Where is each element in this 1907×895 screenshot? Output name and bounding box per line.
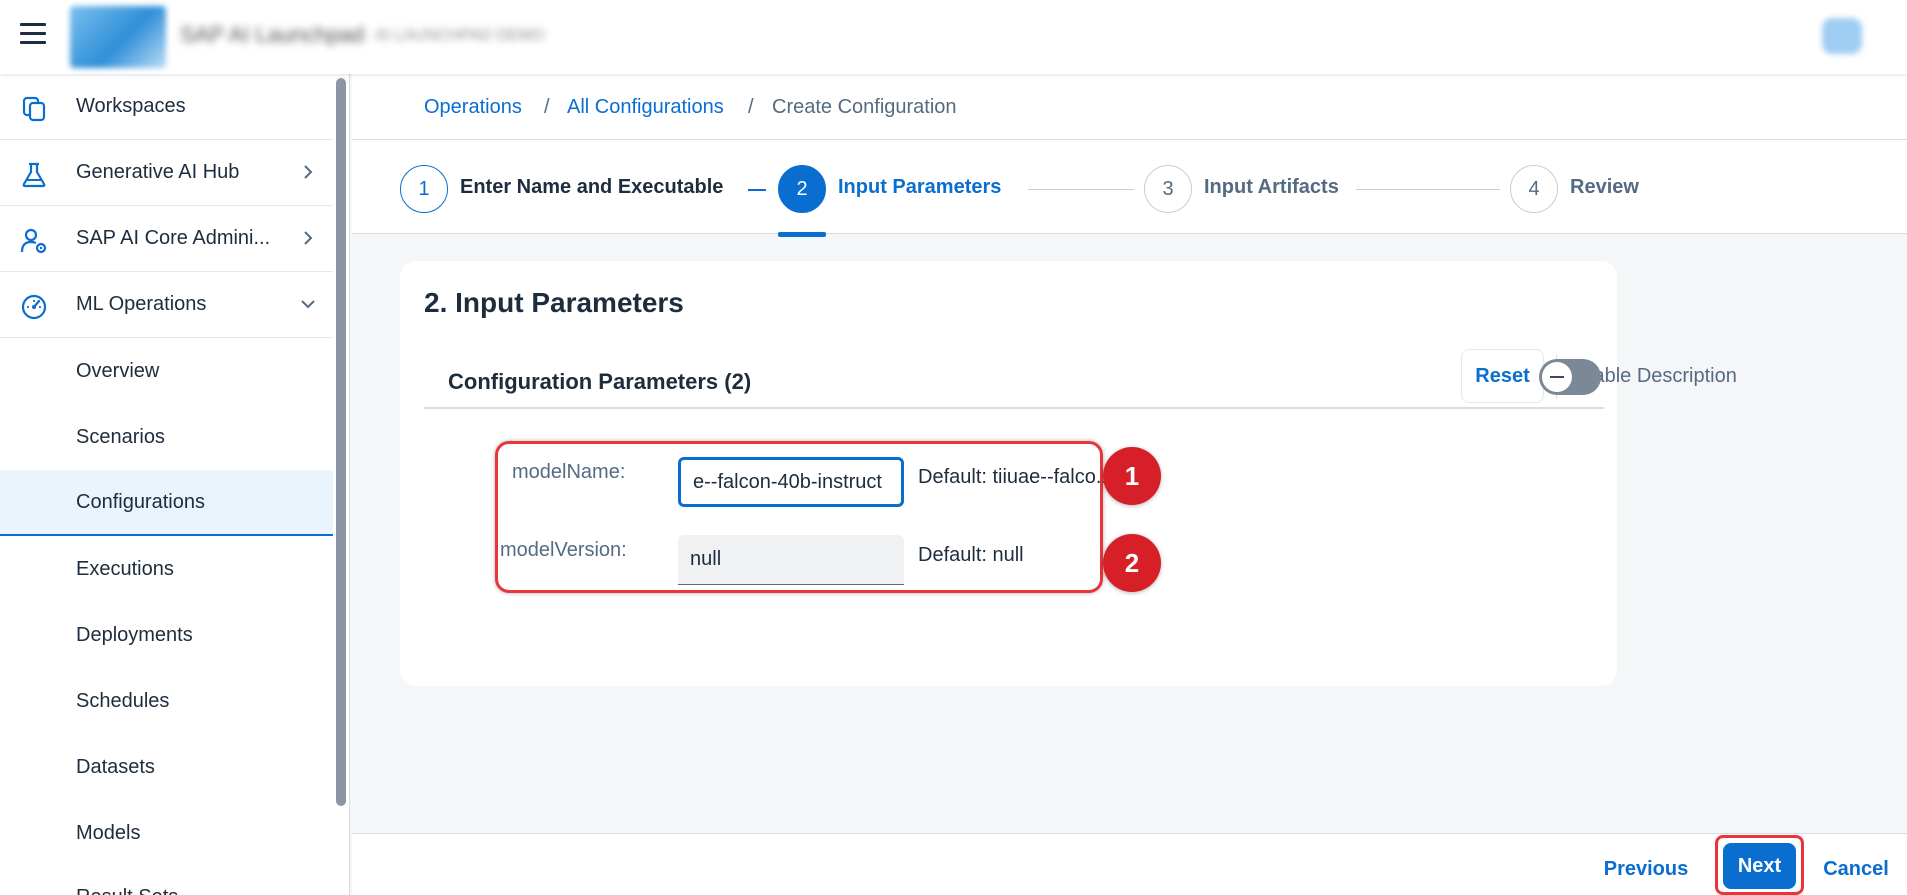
step-3-label[interactable]: Input Artifacts: [1204, 176, 1339, 199]
chevron-right-icon: [304, 165, 313, 179]
sidebar-item-label: Result Sets: [76, 886, 178, 895]
breadcrumb-separator: /: [748, 96, 754, 118]
avatar[interactable]: [1822, 18, 1862, 54]
cancel-button[interactable]: Cancel: [1818, 846, 1894, 892]
sidebar-item-executions[interactable]: Executions: [0, 536, 333, 602]
sidebar-item-label: Scenarios: [76, 425, 165, 448]
sidebar-item-label: Overview: [76, 359, 160, 382]
sidebar-item-workspaces[interactable]: Workspaces: [0, 74, 333, 140]
shell-bar: SAP AI Launchpad AI LAUNCHPAD DEMO: [0, 0, 1907, 74]
params-highlight-box: [495, 441, 1103, 593]
sidebar-item-datasets[interactable]: Datasets: [0, 734, 333, 800]
next-button[interactable]: Next: [1723, 843, 1796, 889]
sidebar-item-result-sets[interactable]: Result Sets: [0, 866, 333, 895]
toggle-knob: [1542, 362, 1572, 392]
sidebar-item-models[interactable]: Models: [0, 800, 333, 866]
step-3-circle[interactable]: 3: [1144, 165, 1192, 213]
active-step-indicator: [778, 232, 826, 237]
params-toolbar: Configuration Parameters (2) Reset Enabl…: [424, 349, 1737, 409]
menu-icon[interactable]: [20, 23, 46, 45]
sidebar-item-deployments[interactable]: Deployments: [0, 602, 333, 668]
sidebar-item-label: Generative AI Hub: [76, 161, 240, 183]
sidebar-item-generative-ai-hub[interactable]: Generative AI Hub: [0, 140, 333, 206]
company-logo[interactable]: [70, 6, 166, 68]
sidebar: Workspaces Generative AI Hub SAP AI Core…: [0, 74, 350, 895]
annotation-marker-1: 1: [1103, 447, 1161, 505]
section-title: 2. Input Parameters: [424, 287, 684, 318]
sidebar-item-scenarios[interactable]: Scenarios: [0, 404, 333, 470]
speedometer-icon: [21, 294, 47, 320]
chevron-right-icon: [304, 231, 313, 245]
app-title: SAP AI Launchpad: [180, 22, 365, 47]
sidebar-item-label: Schedules: [76, 689, 170, 712]
breadcrumb-all-configurations[interactable]: All Configurations: [567, 96, 724, 119]
annotation-marker-2: 2: [1103, 534, 1161, 592]
workspaces-icon: [22, 96, 46, 122]
params-title: Configuration Parameters (2): [448, 369, 752, 394]
sidebar-item-label: Models: [76, 821, 141, 844]
step-1-circle[interactable]: 1: [400, 165, 448, 213]
breadcrumb: Operations / All Configurations / Create…: [352, 74, 1907, 140]
main-content: Operations / All Configurations / Create…: [352, 74, 1907, 895]
sidebar-scrollbar[interactable]: [336, 78, 346, 806]
sidebar-item-ai-core-admin[interactable]: SAP AI Core Admini...: [0, 206, 333, 272]
breadcrumb-separator: /: [544, 96, 550, 118]
step-2-label[interactable]: Input Parameters: [838, 176, 1001, 199]
step-1-label[interactable]: Enter Name and Executable: [460, 176, 723, 199]
flask-icon: [22, 162, 46, 188]
wizard-footer: Previous Next Cancel: [352, 833, 1907, 895]
sidebar-item-label: Configurations: [76, 490, 205, 513]
user-settings-icon: [20, 228, 47, 254]
step-2-circle[interactable]: 2: [778, 165, 826, 213]
sidebar-item-label: Datasets: [76, 755, 155, 778]
step-connector: [1356, 189, 1500, 190]
previous-button[interactable]: Previous: [1602, 846, 1690, 892]
reset-button[interactable]: Reset: [1461, 349, 1544, 403]
breadcrumb-operations[interactable]: Operations: [424, 96, 522, 119]
sidebar-item-label: Executions: [76, 557, 174, 580]
step-4-circle[interactable]: 4: [1510, 165, 1558, 213]
step-4-label[interactable]: Review: [1570, 176, 1639, 199]
step-connector: [748, 189, 766, 191]
enable-description-toggle[interactable]: [1539, 359, 1601, 395]
sidebar-item-configurations[interactable]: Configurations: [0, 470, 333, 536]
sidebar-item-ml-operations[interactable]: ML Operations: [0, 272, 333, 338]
sidebar-item-label: SAP AI Core Admini...: [76, 227, 271, 249]
input-parameters-card: 2. Input Parameters Configuration Parame…: [400, 261, 1737, 686]
breadcrumb-current: Create Configuration: [772, 96, 957, 118]
chevron-down-icon: [301, 300, 315, 309]
wizard-progress: 1 Enter Name and Executable 2 Input Para…: [352, 140, 1907, 234]
sidebar-item-label: Deployments: [76, 623, 193, 646]
sidebar-item-label: ML Operations: [76, 293, 207, 315]
next-button-highlight: Next: [1715, 835, 1804, 895]
app-subtitle: AI LAUNCHPAD DEMO: [375, 27, 545, 44]
sidebar-item-schedules[interactable]: Schedules: [0, 668, 333, 734]
sidebar-item-overview[interactable]: Overview: [0, 338, 333, 404]
step-connector: [1028, 189, 1134, 190]
sidebar-item-label: Workspaces: [76, 95, 186, 117]
